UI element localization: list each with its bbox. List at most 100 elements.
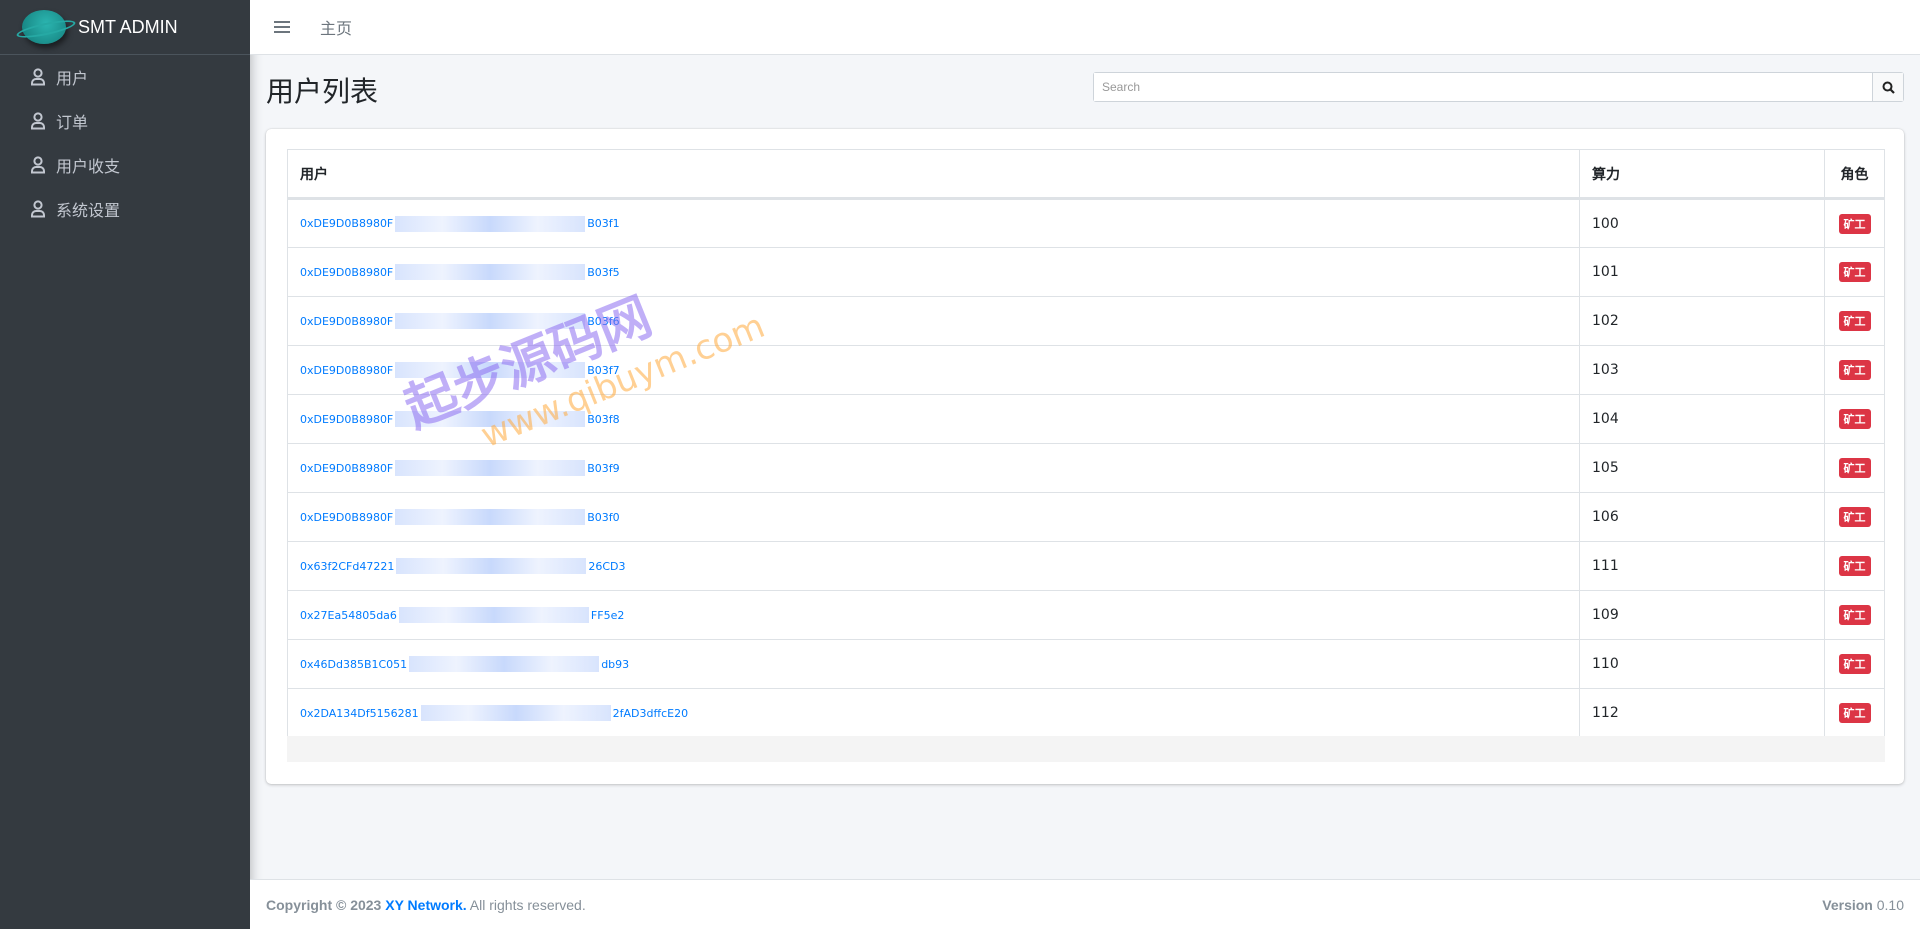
user-address-link[interactable]: 0xDE9D0B8980F B03f6 <box>300 313 620 330</box>
table-row: 0xDE9D0B8980F B03f9 105 矿工 <box>287 443 1885 493</box>
power-value: 110 <box>1579 639 1825 689</box>
topbar: 主页 <box>250 0 1920 55</box>
address-redaction <box>396 558 587 575</box>
table-row: 0xDE9D0B8980F B03f5 101 矿工 <box>287 247 1885 297</box>
power-value: 106 <box>1579 492 1825 542</box>
power-value: 101 <box>1579 247 1825 297</box>
footer: Copyright © 2023 XY Network. All rights … <box>250 879 1920 929</box>
role-badge: 矿工 <box>1838 262 1871 282</box>
user-icon <box>31 156 45 174</box>
address-prefix: 0xDE9D0B8980F <box>300 510 394 524</box>
address-suffix: B03f1 <box>587 217 620 231</box>
sidebar-item-2[interactable]: 用户收支 <box>0 143 250 187</box>
table-row: 0x27Ea54805da6 FF5e2 109 矿工 <box>287 590 1885 640</box>
address-suffix: B03f7 <box>587 363 620 377</box>
address-redaction <box>395 362 586 379</box>
role-badge: 矿工 <box>1838 213 1871 234</box>
address-prefix: 0x63f2CFd47221 <box>300 559 395 573</box>
address-prefix: 0xDE9D0B8980F <box>300 265 394 279</box>
user-address-link[interactable]: 0x27Ea54805da6 FF5e2 <box>300 607 625 624</box>
sidebar: SMT ADMIN 用户订单用户收支系统设置 <box>0 0 250 929</box>
search-icon <box>1882 81 1895 94</box>
user-list-card: 用户 算力 角色 0xDE9D0B8980F B03f1 100 矿工 0xDE9… <box>266 129 1904 784</box>
user-address-link[interactable]: 0xDE9D0B8980F B03f5 <box>300 264 620 281</box>
user-address-link[interactable]: 0xDE9D0B8980F B03f8 <box>300 411 620 428</box>
power-value: 102 <box>1579 296 1825 346</box>
user-icon <box>31 112 45 130</box>
user-address-link[interactable]: 0xDE9D0B8980F B03f7 <box>300 362 620 379</box>
role-badge: 矿工 <box>1838 311 1871 331</box>
address-redaction <box>395 411 586 428</box>
address-prefix: 0x46Dd385B1C051 <box>300 657 408 671</box>
user-address-link[interactable]: 0xDE9D0B8980F B03f0 <box>300 509 620 526</box>
table-row: 0xDE9D0B8980F B03f8 104 矿工 <box>287 394 1885 444</box>
address-prefix: 0xDE9D0B8980F <box>300 314 394 328</box>
role-badge: 矿工 <box>1838 654 1871 674</box>
user-address-link[interactable]: 0xDE9D0B8980F B03f1 <box>300 215 620 232</box>
address-prefix: 0x27Ea54805da6 <box>300 608 397 622</box>
search-button[interactable] <box>1872 73 1903 101</box>
role-badge: 矿工 <box>1838 703 1871 723</box>
company-link[interactable]: XY Network. <box>385 897 466 913</box>
power-value: 100 <box>1579 198 1825 248</box>
address-redaction <box>395 460 586 477</box>
page-title: 用户列表 <box>266 75 379 108</box>
address-redaction <box>395 264 586 281</box>
sidebar-item-label: 用户 <box>56 69 89 88</box>
address-suffix: B03f8 <box>587 412 620 426</box>
address-prefix: 0xDE9D0B8980F <box>300 461 394 475</box>
table-row: 0xDE9D0B8980F B03f7 103 矿工 <box>287 345 1885 395</box>
address-redaction <box>409 656 600 673</box>
version-number: 0.10 <box>1876 896 1904 913</box>
address-redaction <box>395 313 586 330</box>
menu-toggle-icon[interactable] <box>274 18 290 36</box>
table-row: 0x46Dd385B1C051 db93 110 矿工 <box>287 639 1885 689</box>
table-footer-strip <box>287 736 1885 762</box>
column-header-user: 用户 <box>287 149 1580 200</box>
role-badge: 矿工 <box>1838 360 1871 380</box>
address-suffix: FF5e2 <box>590 608 625 622</box>
brand-name: SMT ADMIN <box>78 16 178 37</box>
brand[interactable]: SMT ADMIN <box>0 0 250 55</box>
address-suffix: 26CD3 <box>588 559 626 573</box>
power-value: 104 <box>1579 394 1825 444</box>
user-address-link[interactable]: 0x2DA134Df5156281 2fAD3dffcE20 <box>300 705 689 722</box>
address-redaction <box>420 705 611 722</box>
address-suffix: B03f9 <box>587 461 620 475</box>
sidebar-item-label: 系统设置 <box>56 201 121 220</box>
user-table: 用户 算力 角色 0xDE9D0B8980F B03f1 100 矿工 0xDE9… <box>287 149 1885 738</box>
sidebar-item-1[interactable]: 订单 <box>0 99 250 143</box>
column-header-power: 算力 <box>1579 149 1825 200</box>
role-badge: 矿工 <box>1838 507 1871 527</box>
version-label: Version <box>1822 896 1873 913</box>
address-suffix: B03f6 <box>587 314 620 328</box>
user-address-link[interactable]: 0xDE9D0B8980F B03f9 <box>300 460 620 477</box>
search-input[interactable] <box>1094 73 1872 101</box>
table-row: 0xDE9D0B8980F B03f6 102 矿工 <box>287 296 1885 346</box>
role-badge: 矿工 <box>1838 409 1871 429</box>
address-prefix: 0xDE9D0B8980F <box>300 217 394 231</box>
copyright: Copyright © 2023 <box>266 896 382 913</box>
table-row: 0x2DA134Df5156281 2fAD3dffcE20 112 矿工 <box>287 688 1885 738</box>
address-redaction <box>395 509 586 526</box>
table-row: 0xDE9D0B8980F B03f0 106 矿工 <box>287 492 1885 542</box>
search-form <box>1093 72 1904 102</box>
address-suffix: B03f5 <box>587 265 620 279</box>
role-badge: 矿工 <box>1838 605 1871 625</box>
power-value: 103 <box>1579 345 1825 395</box>
address-prefix: 0xDE9D0B8980F <box>300 412 394 426</box>
user-address-link[interactable]: 0x46Dd385B1C051 db93 <box>300 656 629 673</box>
power-value: 112 <box>1579 688 1825 738</box>
address-redaction <box>398 607 589 624</box>
breadcrumb-home[interactable]: 主页 <box>320 15 352 39</box>
address-redaction <box>395 215 586 232</box>
sidebar-item-label: 用户收支 <box>56 157 121 176</box>
user-address-link[interactable]: 0x63f2CFd47221 26CD3 <box>300 558 626 575</box>
address-prefix: 0x2DA134Df5156281 <box>300 706 419 720</box>
address-prefix: 0xDE9D0B8980F <box>300 363 394 377</box>
power-value: 111 <box>1579 541 1825 591</box>
sidebar-item-0[interactable]: 用户 <box>0 55 250 99</box>
address-suffix: 2fAD3dffcE20 <box>612 706 689 720</box>
sidebar-item-3[interactable]: 系统设置 <box>0 187 250 231</box>
user-icon <box>31 200 45 218</box>
